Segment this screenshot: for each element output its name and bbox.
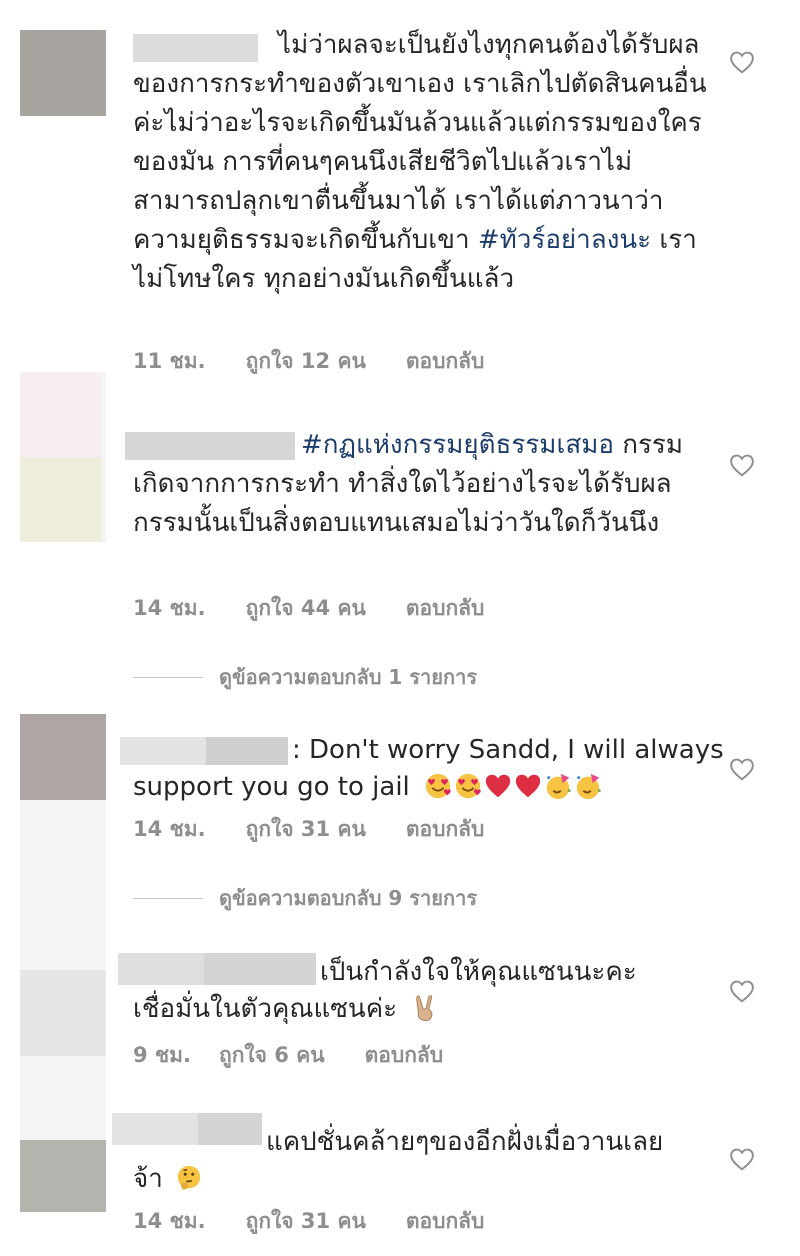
view-replies-label[interactable]: ดูข้อความตอบกลับ 1 รายการ bbox=[219, 661, 477, 693]
redacted-username[interactable] bbox=[120, 737, 206, 765]
red-heart-icon bbox=[485, 774, 511, 798]
redacted-username[interactable] bbox=[112, 1113, 198, 1145]
avatar[interactable] bbox=[20, 30, 106, 116]
avatar[interactable] bbox=[20, 372, 106, 542]
heart-outline-icon[interactable] bbox=[729, 50, 755, 74]
comment-text: ไม่ว่าผลจะเป็นยังไงทุกคนต้องได้รับผลของก… bbox=[133, 26, 713, 299]
comment-body: support you go to jail bbox=[133, 772, 410, 802]
reply-button[interactable]: ตอบกลับ bbox=[406, 813, 485, 846]
heart-outline-icon[interactable] bbox=[729, 453, 755, 477]
red-heart-icon bbox=[515, 774, 541, 798]
reply-button[interactable]: ตอบกลับ bbox=[406, 592, 485, 625]
comment-time: 14 ชม. bbox=[133, 1208, 206, 1233]
redacted-username[interactable] bbox=[204, 953, 316, 985]
like-count[interactable]: ถูกใจ 31 คน bbox=[246, 1205, 366, 1238]
like-count[interactable]: ถูกใจ 31 คน bbox=[246, 813, 366, 846]
avatar[interactable] bbox=[20, 970, 106, 1056]
hashtag-link[interactable]: #กฏแห่งกรรมยุติธรรมเสมอ bbox=[301, 430, 614, 460]
heart-outline-icon[interactable] bbox=[729, 979, 755, 1003]
comment-meta: 14 ชม. ถูกใจ 44 คน ตอบกลับ bbox=[133, 593, 484, 623]
comment-meta: 14 ชม. ถูกใจ 31 คน ตอบกลับ bbox=[133, 1206, 484, 1236]
divider bbox=[133, 676, 203, 678]
like-count[interactable]: ถูกใจ 44 คน bbox=[246, 592, 366, 625]
heart-outline-icon[interactable] bbox=[729, 757, 755, 781]
victory-hand-icon bbox=[416, 995, 433, 1021]
comment-text-line: : Don't worry Sandd, I will always bbox=[292, 735, 724, 765]
view-replies-label[interactable]: ดูข้อความตอบกลับ 9 รายการ bbox=[219, 882, 477, 914]
avatar[interactable] bbox=[20, 1140, 106, 1212]
comment-body: เชื่อมั่นในตัวคุณแซนค่ะ bbox=[133, 994, 398, 1024]
avatar[interactable] bbox=[20, 714, 106, 800]
redacted-username[interactable] bbox=[118, 953, 204, 985]
comment-meta: 11 ชม. ถูกใจ 12 คน ตอบกลับ bbox=[133, 346, 484, 376]
comment-time: 14 ชม. bbox=[133, 595, 206, 620]
comment-body: จ้า bbox=[133, 1164, 163, 1194]
comment-body: ไม่ว่าผลจะเป็นยังไงทุกคนต้องได้รับผลของก… bbox=[133, 30, 707, 255]
comment-text-line: จ้า bbox=[133, 1160, 713, 1199]
redacted-username[interactable] bbox=[206, 737, 288, 765]
comment-meta: 14 ชม. ถูกใจ 31 คน ตอบกลับ bbox=[133, 814, 484, 844]
reply-button[interactable]: ตอบกลับ bbox=[406, 345, 485, 378]
thinking-face-icon bbox=[177, 1165, 201, 1190]
partying-face-icon bbox=[546, 773, 571, 800]
comment-meta: 9 ชม. ถูกใจ 6 คน ตอบกลับ bbox=[133, 1040, 443, 1070]
like-count[interactable]: ถูกใจ 6 คน bbox=[219, 1039, 325, 1072]
comment-time: 11 ชม. bbox=[133, 348, 206, 373]
smiling-face-with-hearts-icon bbox=[455, 773, 481, 799]
comment-time: 14 ชม. bbox=[133, 816, 206, 841]
comment-text-line: แคปชั่นคล้ายๆของอีกฝั่งเมื่อวานเลย bbox=[266, 1127, 664, 1157]
comment-time: 9 ชม. bbox=[133, 1042, 191, 1067]
partying-face-icon bbox=[576, 773, 601, 800]
redacted-username[interactable] bbox=[198, 1113, 262, 1145]
reply-button[interactable]: ตอบกลับ bbox=[365, 1039, 444, 1072]
like-count[interactable]: ถูกใจ 12 คน bbox=[246, 345, 366, 378]
hashtag-link[interactable]: #ทัวร์อย่าลงนะ bbox=[478, 225, 651, 255]
background-block bbox=[20, 800, 106, 970]
divider bbox=[133, 897, 203, 899]
view-replies-link[interactable]: ดูข้อความตอบกลับ 9 รายการ bbox=[133, 883, 477, 913]
comment-text: #กฏแห่งกรรมยุติธรรมเสมอ กรรมเกิดจากการกร… bbox=[133, 426, 713, 543]
heart-outline-icon[interactable] bbox=[729, 1147, 755, 1171]
comment-text-line: เป็นกำลังใจให้คุณแซนนะคะ bbox=[320, 957, 637, 987]
view-replies-link[interactable]: ดูข้อความตอบกลับ 1 รายการ bbox=[133, 662, 477, 692]
comment-text-line: support you go to jail bbox=[133, 768, 713, 807]
background-block bbox=[20, 1056, 106, 1140]
smiling-face-with-hearts-icon bbox=[425, 773, 451, 799]
comment-text-line: เชื่อมั่นในตัวคุณแซนค่ะ bbox=[133, 990, 713, 1029]
reply-button[interactable]: ตอบกลับ bbox=[406, 1205, 485, 1238]
